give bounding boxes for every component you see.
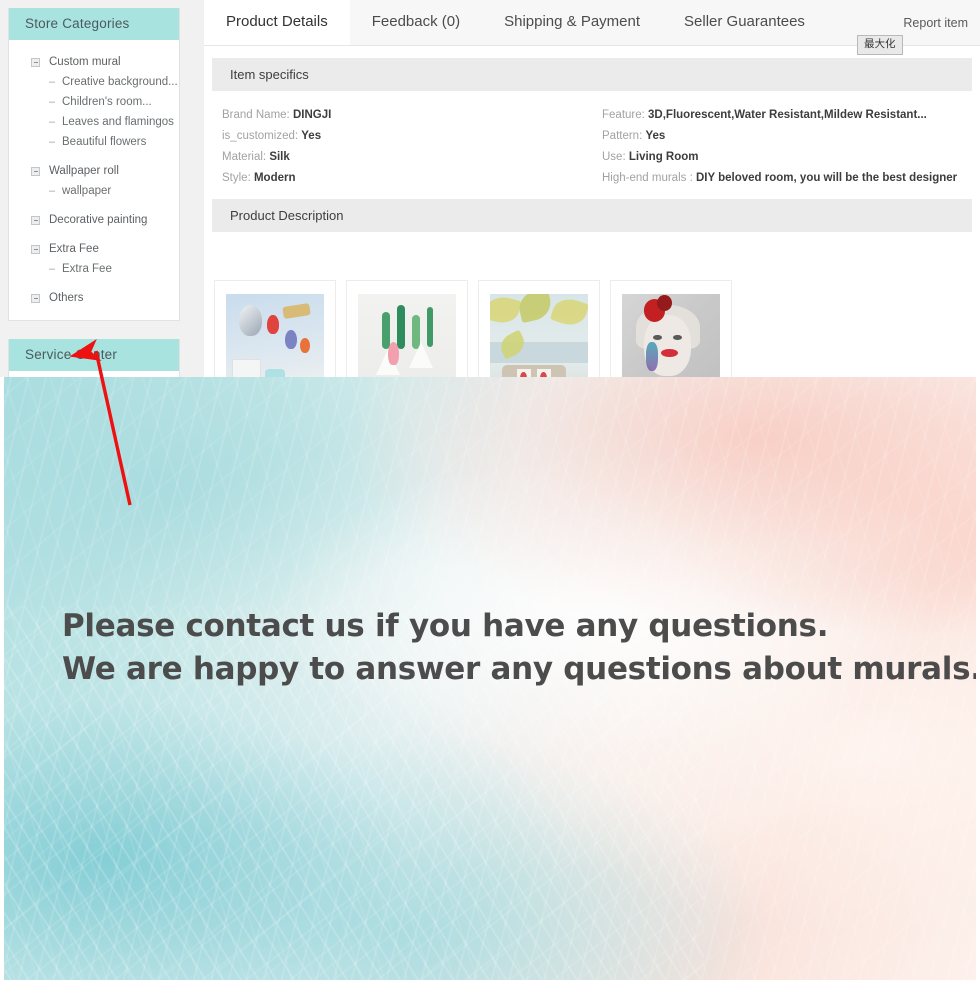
- item-spec-value: Yes: [301, 130, 322, 142]
- sidebar-category-label: Extra Fee: [62, 263, 112, 275]
- dash-icon: –: [49, 262, 56, 275]
- sidebar-category-label: Custom mural: [49, 56, 121, 68]
- sidebar-category-label: Decorative painting: [49, 214, 148, 226]
- tree-toggle-icon: [31, 293, 40, 303]
- sidebar-category-item[interactable]: Extra Fee: [9, 239, 179, 259]
- sidebar-category-label: wallpaper: [62, 185, 112, 197]
- sidebar-category-label: Children's room...: [62, 96, 152, 108]
- top-content-area: Store Categories Custom mural – Creative b…: [0, 0, 980, 506]
- dash-icon: –: [49, 75, 56, 88]
- sidebar-category-item[interactable]: – Leaves and flamingos: [9, 112, 179, 132]
- item-specifics-right-column: Feature: 3D,Fluorescent,Water Resistant,…: [592, 105, 972, 189]
- dash-icon: –: [49, 115, 56, 128]
- category-spacer: [9, 201, 179, 210]
- item-spec-label: is_customized:: [222, 130, 299, 142]
- item-spec-value: DIY beloved room, you will be the best d…: [695, 172, 958, 184]
- sidebar-category-label: Creative background...: [62, 76, 178, 88]
- tree-toggle-icon: [31, 215, 40, 225]
- item-spec-value: DINGJI: [292, 109, 332, 121]
- sidebar-category-item[interactable]: – Extra Fee: [9, 259, 179, 279]
- item-spec-row: Brand Name: DINGJI: [222, 105, 592, 126]
- tab-shipping-payment[interactable]: Shipping & Payment: [482, 0, 662, 45]
- item-specifics-left-column: Brand Name: DINGJI is_customized: Yes Mate…: [212, 105, 592, 189]
- item-spec-label: High-end murals :: [602, 172, 693, 184]
- category-spacer: [9, 152, 179, 161]
- tab-label: Shipping & Payment: [504, 13, 641, 30]
- category-spacer: [9, 230, 179, 239]
- item-spec-label: Use:: [602, 151, 626, 163]
- tab-product-details[interactable]: Product Details: [204, 0, 350, 45]
- item-spec-label: Feature:: [602, 109, 645, 121]
- tab-seller-guarantees[interactable]: Seller Guarantees: [662, 0, 827, 45]
- tab-label: Product Details: [226, 13, 328, 30]
- sidebar-category-item[interactable]: – Beautiful flowers: [9, 132, 179, 152]
- tree-toggle-icon: [31, 244, 40, 254]
- sidebar-category-item[interactable]: – Children's room...: [9, 92, 179, 112]
- sidebar-category-label: Leaves and flamingos: [62, 116, 174, 128]
- tabs-container: Product Details Feedback (0) Shipping & Pa…: [204, 0, 827, 45]
- sidebar-category-item[interactable]: Others: [9, 288, 179, 308]
- tab-feedback-0[interactable]: Feedback (0): [350, 0, 482, 45]
- tab-label: Feedback (0): [371, 13, 461, 30]
- item-spec-row: Material: Silk: [222, 147, 592, 168]
- item-spec-row: Pattern: Yes: [602, 126, 972, 147]
- item-spec-value: Yes: [645, 130, 666, 142]
- store-categories-panel: Store Categories Custom mural – Creative b…: [8, 8, 180, 321]
- sidebar-category-label: Extra Fee: [49, 243, 99, 255]
- sidebar-category-label: Others: [49, 292, 84, 304]
- item-spec-value: Living Room: [628, 151, 699, 163]
- page-root: Store Categories Custom mural – Creative b…: [0, 0, 980, 994]
- item-spec-value: Silk: [269, 151, 290, 163]
- main-content-panel: Product Details Feedback (0) Shipping & Pa…: [204, 0, 980, 440]
- item-spec-label: Style:: [222, 172, 251, 184]
- dash-icon: –: [49, 95, 56, 108]
- item-spec-row: Feature: 3D,Fluorescent,Water Resistant,…: [602, 105, 972, 126]
- sidebar-category-item[interactable]: – Creative background...: [9, 72, 179, 92]
- product-description-header: Product Description: [212, 199, 972, 232]
- dash-icon: –: [49, 184, 56, 197]
- dash-icon: –: [49, 135, 56, 148]
- sidebar-category-item[interactable]: – wallpaper: [9, 181, 179, 201]
- sidebar-category-label: Wallpaper roll: [49, 165, 119, 177]
- store-categories-title: Store Categories: [9, 8, 179, 40]
- item-specifics-header: Item specifics: [212, 58, 972, 91]
- sidebar-category-item[interactable]: Decorative painting: [9, 210, 179, 230]
- item-spec-label: Brand Name:: [222, 109, 290, 121]
- banner-text-block: Please contact us if you have any questi…: [62, 605, 976, 691]
- sidebar-category-item[interactable]: Custom mural: [9, 52, 179, 72]
- maximize-tooltip: 最大化: [857, 35, 903, 55]
- item-specifics-body: Brand Name: DINGJI is_customized: Yes Mate…: [204, 91, 980, 195]
- store-categories-list: Custom mural – Creative background... – Chil…: [9, 40, 179, 320]
- item-spec-label: Material:: [222, 151, 267, 163]
- tree-toggle-icon: [31, 166, 40, 176]
- item-spec-label: Pattern:: [602, 130, 643, 142]
- item-spec-row: Style: Modern: [222, 168, 592, 189]
- item-spec-value: Modern: [253, 172, 296, 184]
- sidebar-category-label: Beautiful flowers: [62, 136, 147, 148]
- item-spec-value: 3D,Fluorescent,Water Resistant,Mildew Re…: [648, 109, 927, 121]
- tree-toggle-icon: [31, 57, 40, 67]
- sidebar: Store Categories Custom mural – Creative b…: [8, 8, 180, 402]
- contact-banner-image: Please contact us if you have any questi…: [4, 377, 976, 980]
- item-spec-row: is_customized: Yes: [222, 126, 592, 147]
- category-spacer: [9, 279, 179, 288]
- report-item-link[interactable]: Report item: [903, 16, 968, 30]
- tab-label: Seller Guarantees: [684, 13, 805, 30]
- service-center-title: Service Center: [9, 339, 179, 371]
- item-spec-row: High-end murals : DIY beloved room, you …: [602, 168, 972, 189]
- banner-line-1: Please contact us if you have any questi…: [62, 608, 829, 644]
- banner-line-2: We are happy to answer any questions abo…: [62, 651, 976, 687]
- sidebar-category-item[interactable]: Wallpaper roll: [9, 161, 179, 181]
- item-spec-row: Use: Living Room: [602, 147, 972, 168]
